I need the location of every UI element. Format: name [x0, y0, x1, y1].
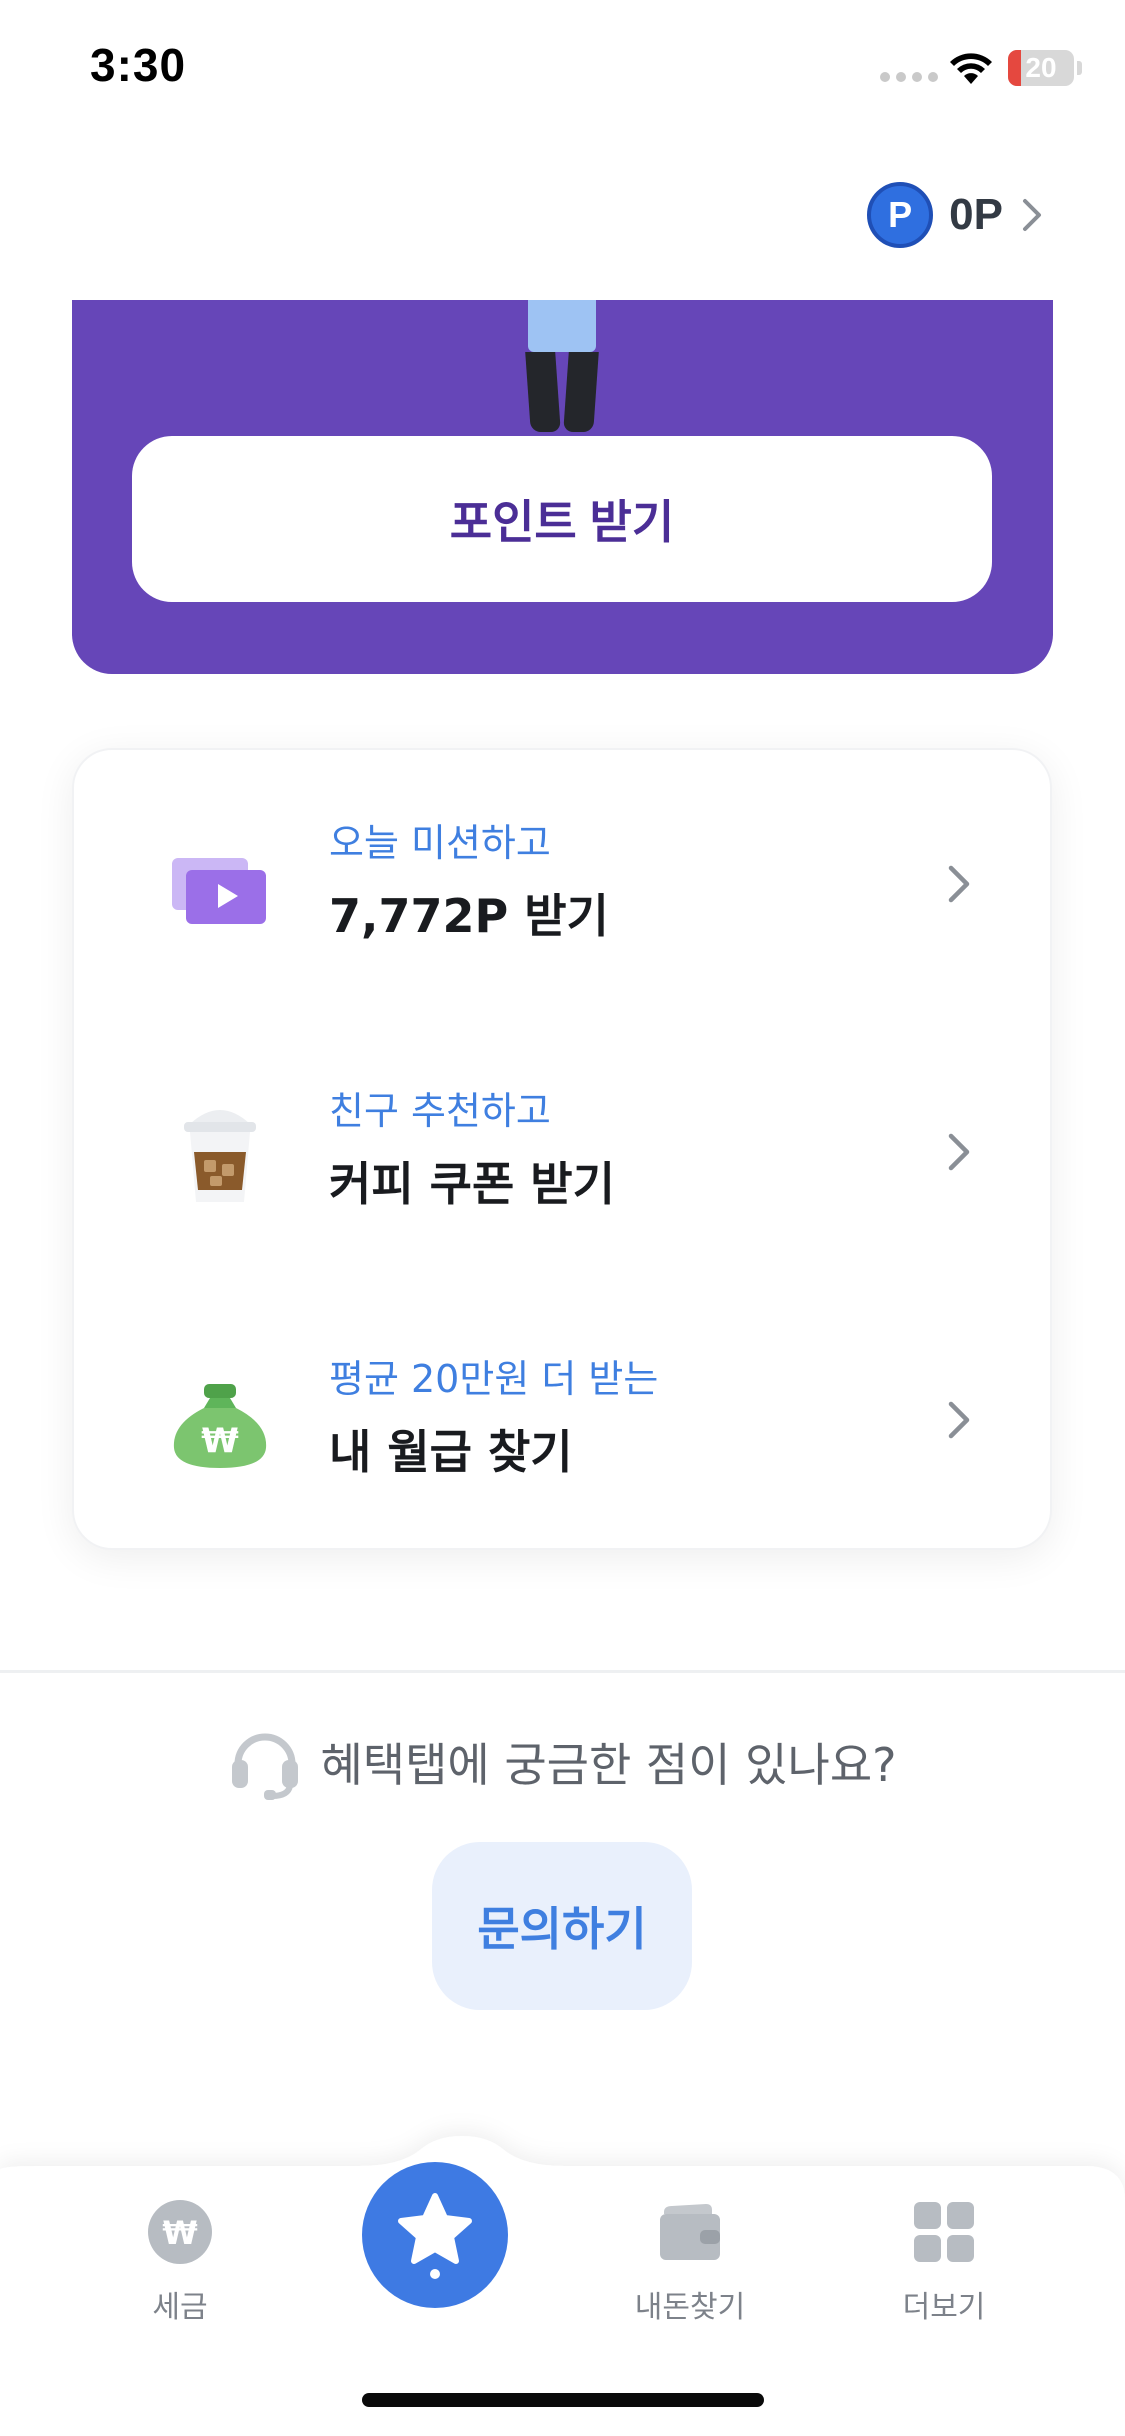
- home-indicator[interactable]: [362, 2393, 764, 2407]
- battery-icon: 20: [1008, 50, 1074, 86]
- cellular-signal-icon: [880, 72, 938, 82]
- battery-cap: [1077, 61, 1082, 75]
- nav-label: 더보기: [902, 2290, 986, 2325]
- nav-benefits[interactable]: [362, 2162, 508, 2308]
- help-question-text: 혜택탭에 궁금한 점이 있나요?: [320, 1738, 897, 1792]
- point-amount: 0P: [949, 190, 1003, 239]
- nav-find-money[interactable]: 내돈찾기: [600, 2190, 780, 2330]
- nav-label: 세금: [152, 2290, 208, 2325]
- point-balance-button[interactable]: P 0P: [867, 180, 1045, 250]
- mission-subtitle: 친구 추천하고: [329, 1089, 551, 1133]
- chevron-right-icon: [948, 865, 970, 903]
- status-time: 3:30: [90, 39, 187, 91]
- character-illustration: [525, 352, 561, 432]
- inquiry-button[interactable]: 문의하기: [432, 1842, 692, 2010]
- svg-text:₩: ₩: [201, 1421, 239, 1461]
- mission-title: 내 월급 찾기: [329, 1425, 573, 1479]
- iced-coffee-icon: [184, 1110, 256, 1202]
- chevron-right-icon: [948, 1133, 970, 1171]
- character-illustration: [528, 300, 596, 352]
- status-bar: 3:30 20: [0, 0, 1125, 140]
- video-play-icon: [172, 858, 266, 924]
- mission-subtitle: 오늘 미션하고: [329, 821, 551, 865]
- points-banner: 포인트 받기: [72, 300, 1053, 674]
- benefits-screen: 3:30 20 P 0P 포인트 받기 오늘 미션하고 7,772P 받기 친구…: [0, 0, 1125, 2436]
- headset-icon: [232, 1733, 299, 1800]
- help-question: 혜택탭에 궁금한 점이 있나요?: [0, 1722, 1125, 1802]
- mission-title: 7,772P 받기: [329, 889, 609, 943]
- mission-card: 오늘 미션하고 7,772P 받기 친구 추천하고 커피 쿠폰 받기 ₩ 평균 …: [72, 748, 1052, 1550]
- chevron-right-icon: [1023, 199, 1041, 231]
- svg-text:₩: ₩: [162, 2214, 197, 2252]
- wallet-icon: [660, 2204, 720, 2260]
- mission-item-referral[interactable]: 친구 추천하고 커피 쿠폰 받기: [74, 1018, 1054, 1286]
- grid-icon: [914, 2202, 974, 2262]
- wifi-icon: [950, 53, 992, 84]
- star-icon: [398, 2193, 472, 2279]
- section-divider: [0, 1670, 1125, 1673]
- money-bag-icon: ₩: [173, 1384, 267, 1468]
- nav-more[interactable]: 더보기: [854, 2190, 1034, 2330]
- battery-percent: 20: [1025, 52, 1057, 83]
- won-coin-icon: ₩: [148, 2200, 212, 2264]
- mission-item-salary[interactable]: ₩ 평균 20만원 더 받는 내 월급 찾기: [74, 1286, 1054, 1554]
- chevron-right-icon: [948, 1401, 970, 1439]
- get-points-button[interactable]: 포인트 받기: [132, 436, 992, 602]
- point-badge-icon: P: [867, 182, 934, 248]
- mission-title: 커피 쿠폰 받기: [329, 1157, 615, 1211]
- nav-label: 내돈찾기: [634, 2290, 746, 2325]
- mission-subtitle: 평균 20만원 더 받는: [329, 1357, 659, 1401]
- character-illustration: [563, 352, 599, 432]
- mission-item-daily[interactable]: 오늘 미션하고 7,772P 받기: [74, 750, 1054, 1018]
- nav-tax[interactable]: ₩ 세금: [90, 2190, 270, 2330]
